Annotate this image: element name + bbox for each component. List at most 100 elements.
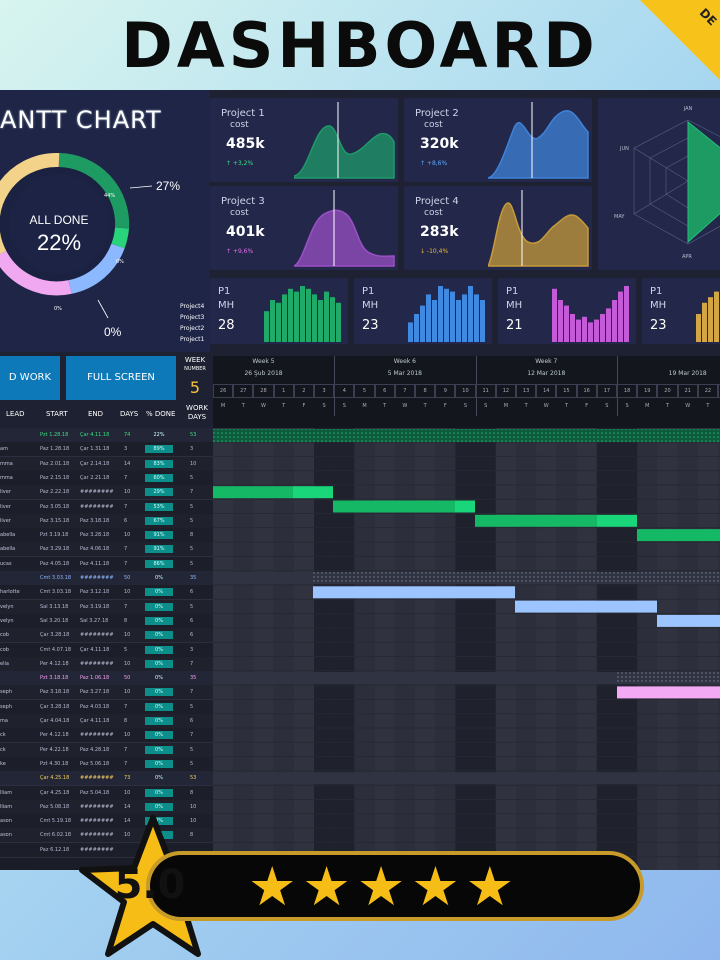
task-bar[interactable] [597, 514, 637, 527]
cell-start: Paz 3.15.18 [40, 517, 70, 524]
mh-bar [474, 294, 479, 342]
task-bar[interactable] [515, 600, 657, 613]
table-row[interactable]: velyn Sal 3.20.18 Sal 3.27.18 8 0% 6 [0, 613, 213, 629]
table-row[interactable]: mma Paz 2.01.18 Çar 2.14.18 14 83% 10 [0, 456, 213, 472]
cell-days: 7 [124, 503, 128, 510]
group-row[interactable]: Pzt 1.28.18 Çar 4.11.18 74 22% 53 [0, 428, 213, 443]
cell-lead: ucas [0, 560, 12, 567]
mh-bar [612, 300, 617, 342]
task-bar[interactable] [637, 529, 720, 542]
col-lead: LEAD [6, 410, 25, 418]
day-number: 22 [697, 384, 718, 398]
cell-end: Çar 2.21.18 [80, 474, 110, 481]
task-bar[interactable] [617, 686, 720, 699]
group-row[interactable]: Çar 4.25.18 ######## 73 0% 53 [0, 771, 213, 787]
mh-card[interactable]: P1 MH 23 [354, 278, 492, 344]
task-bar[interactable] [475, 514, 597, 527]
cell-work-days: 7 [190, 660, 194, 667]
cell-work-days: 6 [190, 617, 194, 624]
cost-card[interactable]: Project 1 cost 485k ↑ +3,2% [210, 98, 398, 182]
week-date: 26 Şub 2018 [244, 370, 283, 377]
task-bar[interactable] [333, 500, 455, 513]
group-row[interactable]: Cmt 3.03.18 ######## 50 0% 35 [0, 571, 213, 586]
fullscreen-button[interactable]: FULL SCREEN [66, 356, 176, 400]
cell-end: ######## [80, 775, 114, 782]
cell-days: 50 [124, 675, 131, 682]
cost-card-sub: cost [424, 208, 443, 218]
cost-card[interactable]: Project 3 cost 401k ↑ +9,6% [210, 186, 398, 270]
cell-end: ######## [80, 503, 114, 510]
table-row[interactable]: abella Paz 3.29.18 Paz 4.06.18 7 91% 5 [0, 542, 213, 558]
table-row[interactable]: ke Pzt 4.30.18 Paz 5.06.18 7 0% 5 [0, 756, 213, 772]
donut-center-label: ALL DONE [30, 213, 89, 227]
cell-work-days: 35 [190, 675, 197, 682]
mh-card[interactable]: P1 MH 21 [498, 278, 636, 344]
mh-bar [570, 314, 575, 342]
group-row[interactable]: Pzt 3.18.18 Paz 1.06.18 50 0% 35 [0, 671, 213, 687]
mh-bar [552, 288, 557, 342]
cell-end: Sal 3.27.18 [80, 617, 109, 624]
day-letter: T [564, 403, 569, 409]
radar-label: MAY [614, 214, 625, 220]
table-row[interactable]: ucas Paz 4.05.18 Paz 4.11.18 7 86% 5 [0, 556, 213, 572]
table-row[interactable]: elia Per 4.12.18 ######## 10 0% 7 [0, 656, 213, 672]
table-row[interactable]: mma Paz 2.15.18 Çar 2.21.18 7 60% 5 [0, 470, 213, 486]
table-row[interactable]: seph Paz 3.18.18 Paz 3.27.18 10 0% 7 [0, 685, 213, 701]
task-bar[interactable] [213, 486, 293, 499]
table-row[interactable]: liver Paz 3.15.18 Paz 3.18.18 6 67% 5 [0, 513, 213, 529]
mh-card-title: P1 [506, 286, 519, 297]
cell-pct-done: 0% [145, 702, 173, 711]
table-row[interactable]: ma Çar 4.04.18 Çar 4.11.18 8 0% 6 [0, 714, 213, 729]
day-letter: T [706, 403, 710, 409]
cell-work-days: 35 [190, 575, 197, 581]
cell-pct-done: 0% [145, 602, 173, 611]
legend-project4: Project4 [180, 303, 205, 310]
week-number[interactable]: 5 [180, 378, 210, 397]
task-bar[interactable] [657, 614, 720, 627]
cell-start: Per 4.22.18 [40, 746, 69, 753]
mh-card[interactable]: P1 MH 23 [642, 278, 720, 344]
mh-card-title: P1 [218, 286, 231, 297]
cell-days: 10 [124, 532, 131, 539]
table-row[interactable]: liver Paz 2.22.18 ######## 10 29% 7 [0, 485, 213, 501]
cell-end: ######## [80, 660, 114, 667]
table-row[interactable]: cob Çar 3.28.18 ######## 10 0% 6 [0, 628, 213, 644]
mh-bar [414, 314, 419, 342]
mh-bar [300, 286, 305, 342]
cell-pct-done: 0% [145, 688, 173, 697]
mh-card[interactable]: P1 MH 28 [210, 278, 348, 344]
mh-bar [432, 300, 437, 342]
task-bar[interactable] [293, 486, 333, 499]
table-row[interactable]: ck Per 4.22.18 Paz 4.28.18 7 0% 5 [0, 742, 213, 758]
task-bar[interactable] [313, 586, 515, 599]
mh-bar [558, 300, 563, 342]
cost-card[interactable]: Project 4 cost 283k ↓ -10,4% [404, 186, 592, 270]
cost-card-title: Project 3 [221, 196, 265, 207]
table-row[interactable]: lliam Çar 4.25.18 Paz 5.04.18 10 0% 8 [0, 785, 213, 801]
cost-card-sub: cost [230, 120, 249, 130]
cell-days: 5 [124, 646, 128, 653]
table-row[interactable]: cob Cmt 4.07.18 Çar 4.11.18 5 0% 3 [0, 642, 213, 658]
table-row[interactable]: velyn Sal 3.13.18 Paz 3.19.18 7 0% 5 [0, 599, 213, 615]
task-bar[interactable] [455, 500, 475, 513]
work-button[interactable]: D WORK [0, 356, 60, 400]
cell-start: Paz 2.01.18 [40, 460, 70, 467]
cell-days: 10 [124, 660, 131, 667]
col-days: DAYS [120, 410, 139, 418]
day-number: 14 [536, 384, 557, 398]
cell-days: 50 [124, 575, 131, 581]
table-row[interactable]: ck Per 4.12.18 ######## 10 0% 7 [0, 728, 213, 744]
day-number: 5 [354, 384, 375, 398]
cell-pct-done: 91% [145, 531, 173, 540]
table-row[interactable]: seph Çar 3.28.18 Paz 4.03.18 7 0% 5 [0, 699, 213, 715]
cell-work-days: 6 [190, 589, 194, 596]
table-row[interactable]: abella Pzt 3.19.18 Paz 3.28.18 10 91% 8 [0, 528, 213, 544]
mh-bar [444, 288, 449, 342]
cost-card[interactable]: Project 2 cost 320k ↑ +8,6% [404, 98, 592, 182]
table-row[interactable]: liver Paz 3.05.18 ######## 7 53% 5 [0, 499, 213, 515]
mh-bar [708, 297, 713, 342]
cell-days: 10 [124, 732, 131, 739]
table-row[interactable]: am Paz 1.28.18 Çar 1.31.18 3 89% 3 [0, 442, 213, 458]
table-row[interactable]: harlotte Cmt 3.03.18 Paz 3.12.18 10 0% 6 [0, 585, 213, 601]
mh-bar [606, 308, 611, 342]
